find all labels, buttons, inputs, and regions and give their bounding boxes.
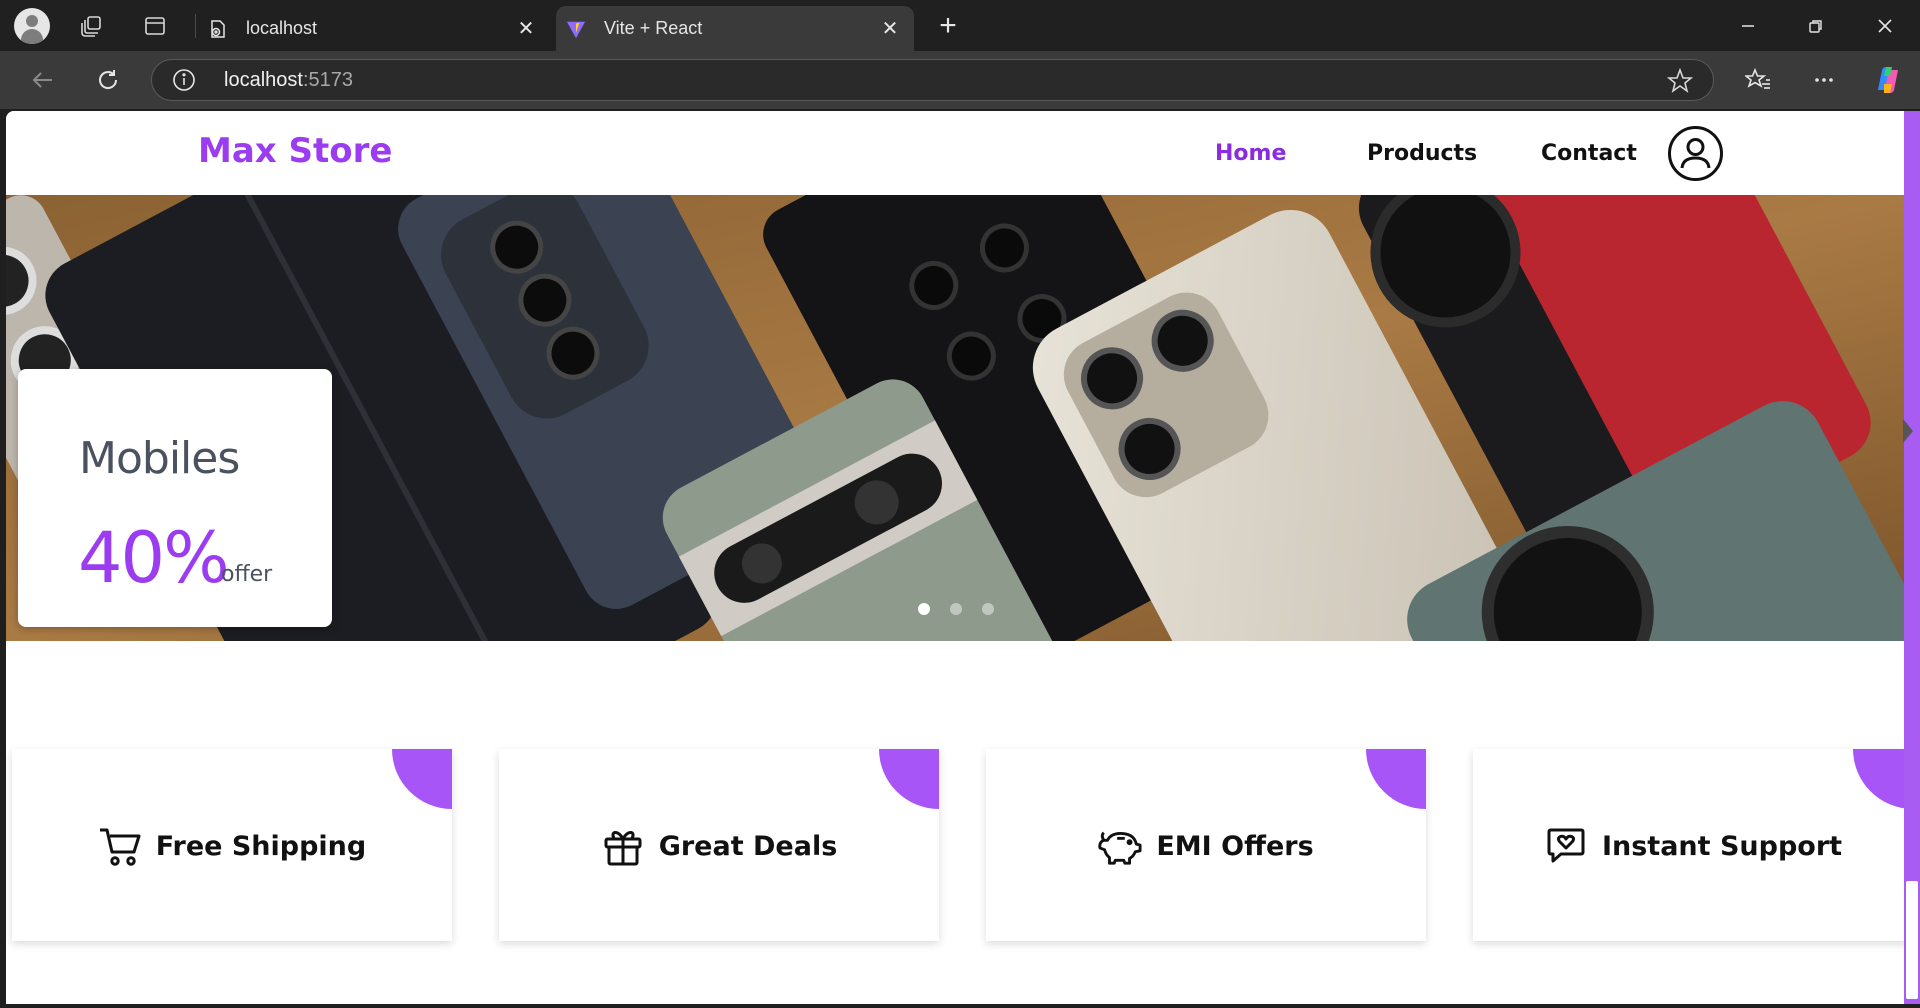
vite-logo-icon xyxy=(566,19,586,39)
chat-heart-icon xyxy=(1544,824,1588,868)
page-viewport: Max Store Home Products Contact Mobiles … xyxy=(6,111,1920,1004)
tabstrip-separator xyxy=(195,14,196,38)
reload-icon[interactable] xyxy=(90,62,126,98)
site-navbar: Max Store Home Products Contact xyxy=(6,111,1904,195)
cart-icon xyxy=(98,824,142,868)
piggy-bank-icon xyxy=(1098,824,1142,868)
card-corner-accent xyxy=(1366,749,1426,809)
offer-suffix: offer xyxy=(221,562,273,587)
offer-category: Mobiles xyxy=(79,433,240,484)
card-corner-accent xyxy=(392,749,452,809)
card-corner-accent xyxy=(879,749,939,809)
user-account-icon[interactable] xyxy=(1668,126,1723,181)
nav-contact-link[interactable]: Contact xyxy=(1541,141,1637,166)
tab-actions-icon[interactable] xyxy=(137,8,173,44)
more-menu-icon[interactable] xyxy=(1806,62,1842,98)
url-text[interactable]: localhost:5173 xyxy=(224,69,353,92)
carousel-dot[interactable] xyxy=(918,603,930,615)
feature-label: Instant Support xyxy=(1601,830,1843,862)
new-tab-button[interactable]: + xyxy=(930,8,966,44)
brand-logo[interactable]: Max Store xyxy=(198,131,392,171)
carousel-next-icon[interactable] xyxy=(1900,411,1918,451)
feature-card-support: Instant Support xyxy=(1473,749,1913,941)
feature-card-emi: EMI Offers xyxy=(986,749,1426,941)
browser-tabstrip: localhost ✕ Vite + React ✕ + xyxy=(0,0,1920,51)
feature-label: Great Deals xyxy=(658,830,838,862)
offer-card: Mobiles 40% offer xyxy=(18,369,332,627)
favorite-star-icon[interactable] xyxy=(1666,67,1694,94)
nav-home-link[interactable]: Home xyxy=(1215,141,1286,166)
offer-percentage: 40% xyxy=(78,517,230,599)
gift-icon xyxy=(601,824,645,868)
tab-title: Vite + React xyxy=(604,18,703,38)
carousel-dot[interactable] xyxy=(950,603,962,615)
feature-card-deals: Great Deals xyxy=(499,749,939,941)
feature-card-shipping: Free Shipping xyxy=(12,749,452,941)
page-error-icon xyxy=(208,19,228,39)
close-tab-icon[interactable]: ✕ xyxy=(514,17,538,41)
favorites-list-icon[interactable] xyxy=(1740,62,1776,98)
nav-products-link[interactable]: Products xyxy=(1367,141,1477,166)
close-window-icon[interactable] xyxy=(1862,8,1908,44)
url-host: localhost xyxy=(224,69,303,91)
close-tab-icon[interactable]: ✕ xyxy=(878,17,902,41)
tab-title: localhost xyxy=(246,18,318,38)
copilot-icon[interactable] xyxy=(1870,62,1906,98)
site-info-icon[interactable] xyxy=(172,68,196,92)
hero-carousel: Mobiles 40% offer xyxy=(6,195,1904,641)
feature-label: Free Shipping xyxy=(155,830,367,862)
back-icon[interactable] xyxy=(24,62,60,98)
tab-vite-react[interactable]: Vite + React ✕ xyxy=(556,6,914,51)
profile-avatar-icon[interactable] xyxy=(14,8,50,44)
page-scrollbar[interactable] xyxy=(1904,111,1920,1004)
feature-label: EMI Offers xyxy=(1156,830,1314,862)
carousel-dot[interactable] xyxy=(982,603,994,615)
browser-toolbar: localhost:5173 xyxy=(0,51,1920,109)
url-port: :5173 xyxy=(302,69,353,91)
tab-localhost[interactable]: localhost ✕ xyxy=(198,6,550,51)
address-bar[interactable]: localhost:5173 xyxy=(151,59,1714,101)
scrollbar-track[interactable] xyxy=(1906,881,1918,999)
carousel-indicators xyxy=(918,603,994,615)
workspaces-icon[interactable] xyxy=(74,8,110,44)
minimize-icon[interactable] xyxy=(1725,8,1771,44)
restore-icon[interactable] xyxy=(1793,8,1839,44)
